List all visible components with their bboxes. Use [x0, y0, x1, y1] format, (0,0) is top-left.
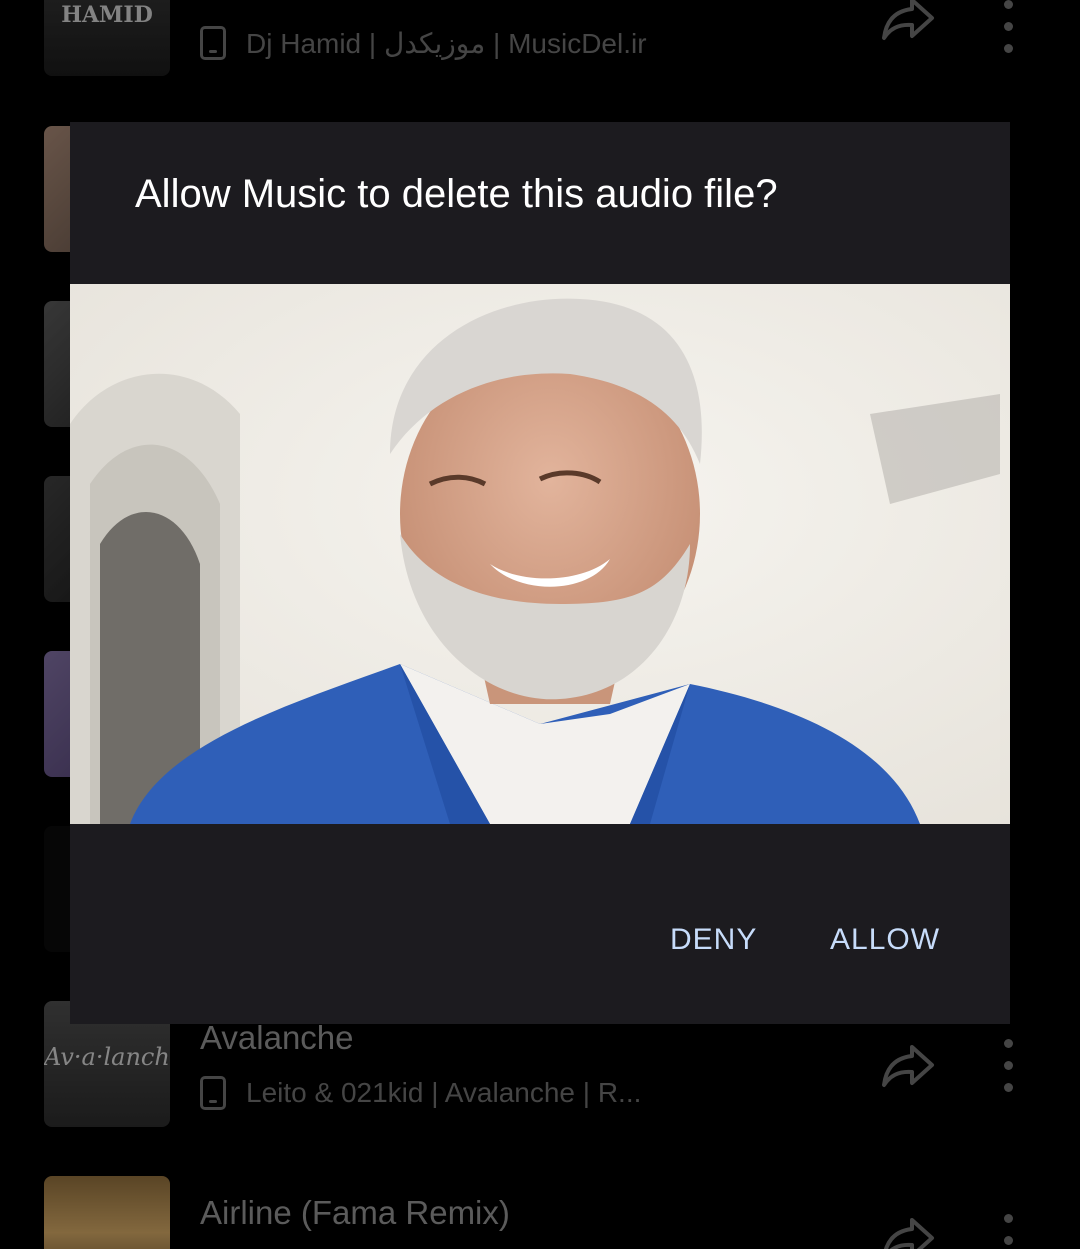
- delete-permission-dialog: Allow Music to delete this audio file? D…: [70, 122, 1010, 1024]
- dialog-actions: DENY ALLOW: [70, 912, 1010, 968]
- album-art-preview: [70, 284, 1010, 824]
- deny-button[interactable]: DENY: [670, 912, 757, 968]
- dialog-title: Allow Music to delete this audio file?: [135, 172, 778, 216]
- portrait-image: [70, 284, 1010, 824]
- allow-button[interactable]: ALLOW: [830, 912, 940, 968]
